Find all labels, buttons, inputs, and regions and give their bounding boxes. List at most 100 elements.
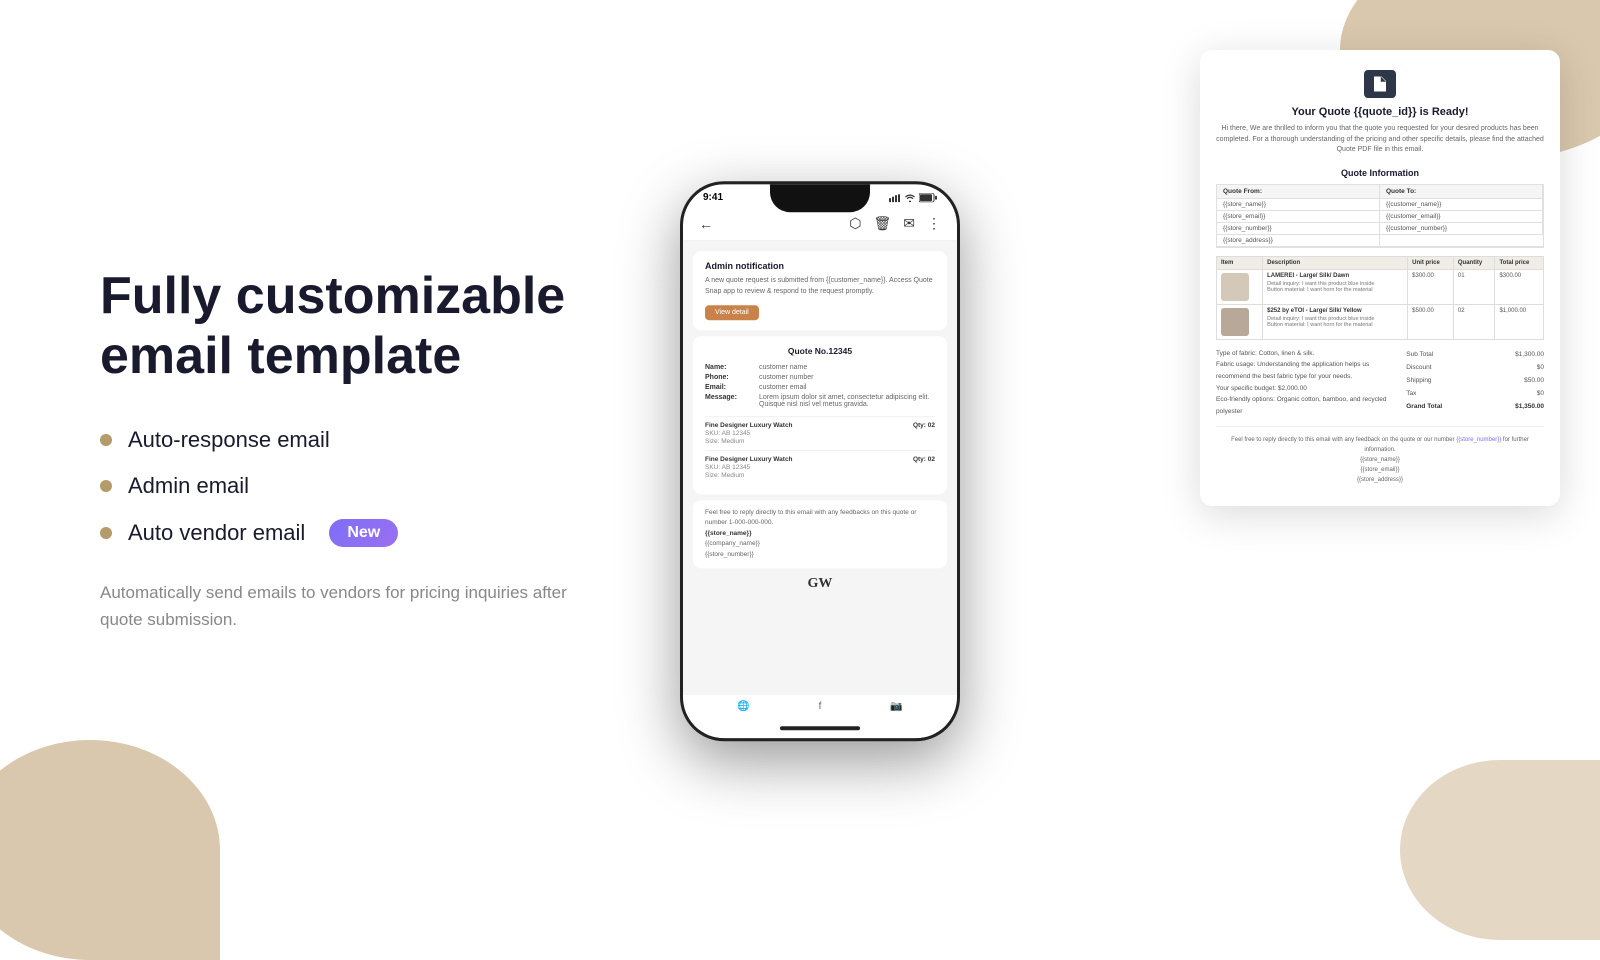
tax-value: $0 (1537, 387, 1544, 400)
feature-auto-response-label: Auto-response email (128, 427, 330, 453)
feature-admin-email: Admin email (100, 473, 580, 499)
quote-field-phone: Phone: customer number (705, 374, 935, 381)
email-footer: Feel free to reply directly to this emai… (1216, 426, 1544, 486)
item-image (1221, 273, 1249, 301)
quote-from-address: {{store_address}} (1217, 235, 1380, 247)
quote-number: Quote No.12345 (705, 346, 935, 356)
mail-icon[interactable]: ✉ (903, 215, 915, 232)
item-qty: Qty: 02 (913, 456, 935, 463)
tax-label: Tax (1406, 387, 1416, 400)
name-label: Name: (705, 364, 755, 371)
footer-store-name: {{store_name}} (1216, 455, 1544, 465)
document-icon (1371, 75, 1389, 93)
quote-to-email: {{customer_email}} (1380, 211, 1543, 223)
col-item: Item (1217, 256, 1263, 269)
phone-nav[interactable]: ← ⬡ 🗑 ✉ ⋮ (683, 207, 957, 241)
phone-quote-items: Fine Designer Luxury Watch Qty: 02 SKU: … (705, 416, 935, 484)
subtotal-value: $1,300.00 (1515, 348, 1544, 361)
quote-from-header: Quote From: (1217, 185, 1380, 199)
view-detail-button[interactable]: View detail (705, 305, 759, 320)
feature-description: Automatically send emails to vendors for… (100, 579, 580, 633)
subtotal-label: Sub Total (1406, 348, 1433, 361)
grand-total-row: Grand Total $1,350.00 (1406, 400, 1544, 413)
home-indicator-area (683, 722, 957, 738)
footer-text: Feel free to reply directly to this emai… (1216, 435, 1544, 455)
table-row: LAMEREI - Large/ Silk/ Dawn Detail inqui… (1217, 269, 1544, 304)
bottom-icon-2: f (819, 701, 822, 712)
item-header: Fine Designer Luxury Watch Qty: 02 (705, 422, 935, 429)
email-template-card: Your Quote {{quote_id}} is Ready! Hi the… (1200, 50, 1560, 506)
feature-list: Auto-response email Admin email Auto ven… (100, 427, 580, 547)
shipping-label: Shipping (1406, 374, 1431, 387)
page-headline: Fully customizable email template (100, 267, 580, 387)
admin-notification-card: Admin notification A new quote request i… (693, 251, 947, 330)
trash-icon[interactable]: 🗑 (873, 215, 891, 232)
nav-actions: ⬡ 🗑 ✉ ⋮ (849, 215, 941, 232)
quote-info-grid: Quote From: Quote To: {{store_name}} {{c… (1216, 184, 1544, 248)
item-img-cell (1217, 269, 1263, 304)
col-desc: Description (1263, 256, 1408, 269)
new-badge: New (329, 519, 398, 547)
more-icon[interactable]: ⋮ (927, 215, 941, 232)
phone-value: customer number (759, 374, 813, 381)
quote-to-number: {{customer_number}} (1380, 223, 1543, 235)
shipping-row: Shipping $50.00 (1406, 374, 1544, 387)
totals-values: Sub Total $1,300.00 Discount $0 Shipping… (1406, 348, 1544, 413)
bullet-icon (100, 434, 112, 446)
discount-row: Discount $0 (1406, 361, 1544, 374)
discount-value: $0 (1537, 361, 1544, 374)
item-header: Fine Designer Luxury Watch Qty: 02 (705, 456, 935, 463)
quote-from-number: {{store_number}} (1217, 223, 1380, 235)
feature-admin-email-label: Admin email (128, 473, 249, 499)
email-title: Your Quote {{quote_id}} is Ready! (1216, 106, 1544, 118)
phone-screen: 9:41 (683, 184, 957, 738)
back-icon[interactable]: ← (699, 216, 713, 232)
email-header: Your Quote {{quote_id}} is Ready! Hi the… (1216, 70, 1544, 156)
item-qty: 01 (1453, 269, 1495, 304)
tax-row: Tax $0 (1406, 387, 1544, 400)
item-total: $300.00 (1495, 269, 1544, 304)
wifi-icon (905, 194, 915, 202)
quote-from-email: {{store_email}} (1217, 211, 1380, 223)
table-row: $252 by eTOI - Large/ Silk/ Yellow Detai… (1217, 304, 1544, 339)
item-qty: Qty: 02 (913, 422, 935, 429)
phone-status-icons (889, 193, 937, 202)
items-table: Item Description Unit price Quantity Tot… (1216, 256, 1544, 340)
email-label: Email: (705, 384, 755, 391)
brand-logo: GW (683, 568, 957, 600)
quote-info-section: Quote Information Quote From: Quote To: … (1216, 168, 1544, 248)
admin-notif-text: A new quote request is submitted from {{… (705, 276, 935, 297)
item-name: LAMEREI - Large/ Silk/ Dawn (1267, 273, 1403, 279)
quote-to-name: {{customer_name}} (1380, 199, 1543, 211)
fabric-note-1: Type of fabric: Cotton, linen & silk. (1216, 348, 1396, 360)
footer-store-email: {{store_email}} (1216, 465, 1544, 475)
phone-store-number: {{store_number}} (705, 550, 935, 560)
item-size: Size: Medium (705, 472, 935, 479)
quote-info-title: Quote Information (1216, 168, 1544, 178)
message-value: Lorem ipsum dolor sit amet, consectetur … (759, 394, 935, 408)
phone-store-name: {{store_name}} (705, 529, 935, 539)
fabric-note-2: Fabric usage: Understanding the applicat… (1216, 359, 1396, 382)
phone-item-1: Fine Designer Luxury Watch Qty: 02 SKU: … (705, 416, 935, 450)
item-unit-price: $500.00 (1408, 304, 1454, 339)
item-unit-price: $300.00 (1408, 269, 1454, 304)
item-image (1221, 308, 1249, 336)
email-intro: Hi there, We are thrilled to inform you … (1216, 124, 1544, 156)
feature-vendor-email-label: Auto vendor email (128, 520, 305, 546)
footer-link: {{store_number}} (1456, 437, 1501, 443)
share-icon[interactable]: ⬡ (849, 215, 861, 232)
item-desc-cell: $252 by eTOI - Large/ Silk/ Yellow Detai… (1263, 304, 1408, 339)
name-value: customer name (759, 364, 807, 371)
totals-section: Type of fabric: Cotton, linen & silk. Fa… (1216, 348, 1544, 418)
phone-notch (770, 184, 870, 212)
feature-vendor-email: Auto vendor email New (100, 519, 580, 547)
fabric-note-4: Eco-friendly options: Organic cotton, ba… (1216, 394, 1396, 417)
phone-company: {{company_name}} (705, 539, 935, 549)
item-sku: SKU: AB 12345 (705, 464, 935, 471)
admin-notif-title: Admin notification (705, 261, 935, 271)
left-content: Fully customizable email template Auto-r… (0, 187, 640, 713)
phone-label: Phone: (705, 374, 755, 381)
item-total: $1,000.00 (1495, 304, 1544, 339)
battery-icon (919, 193, 937, 202)
shipping-value: $50.00 (1524, 374, 1544, 387)
